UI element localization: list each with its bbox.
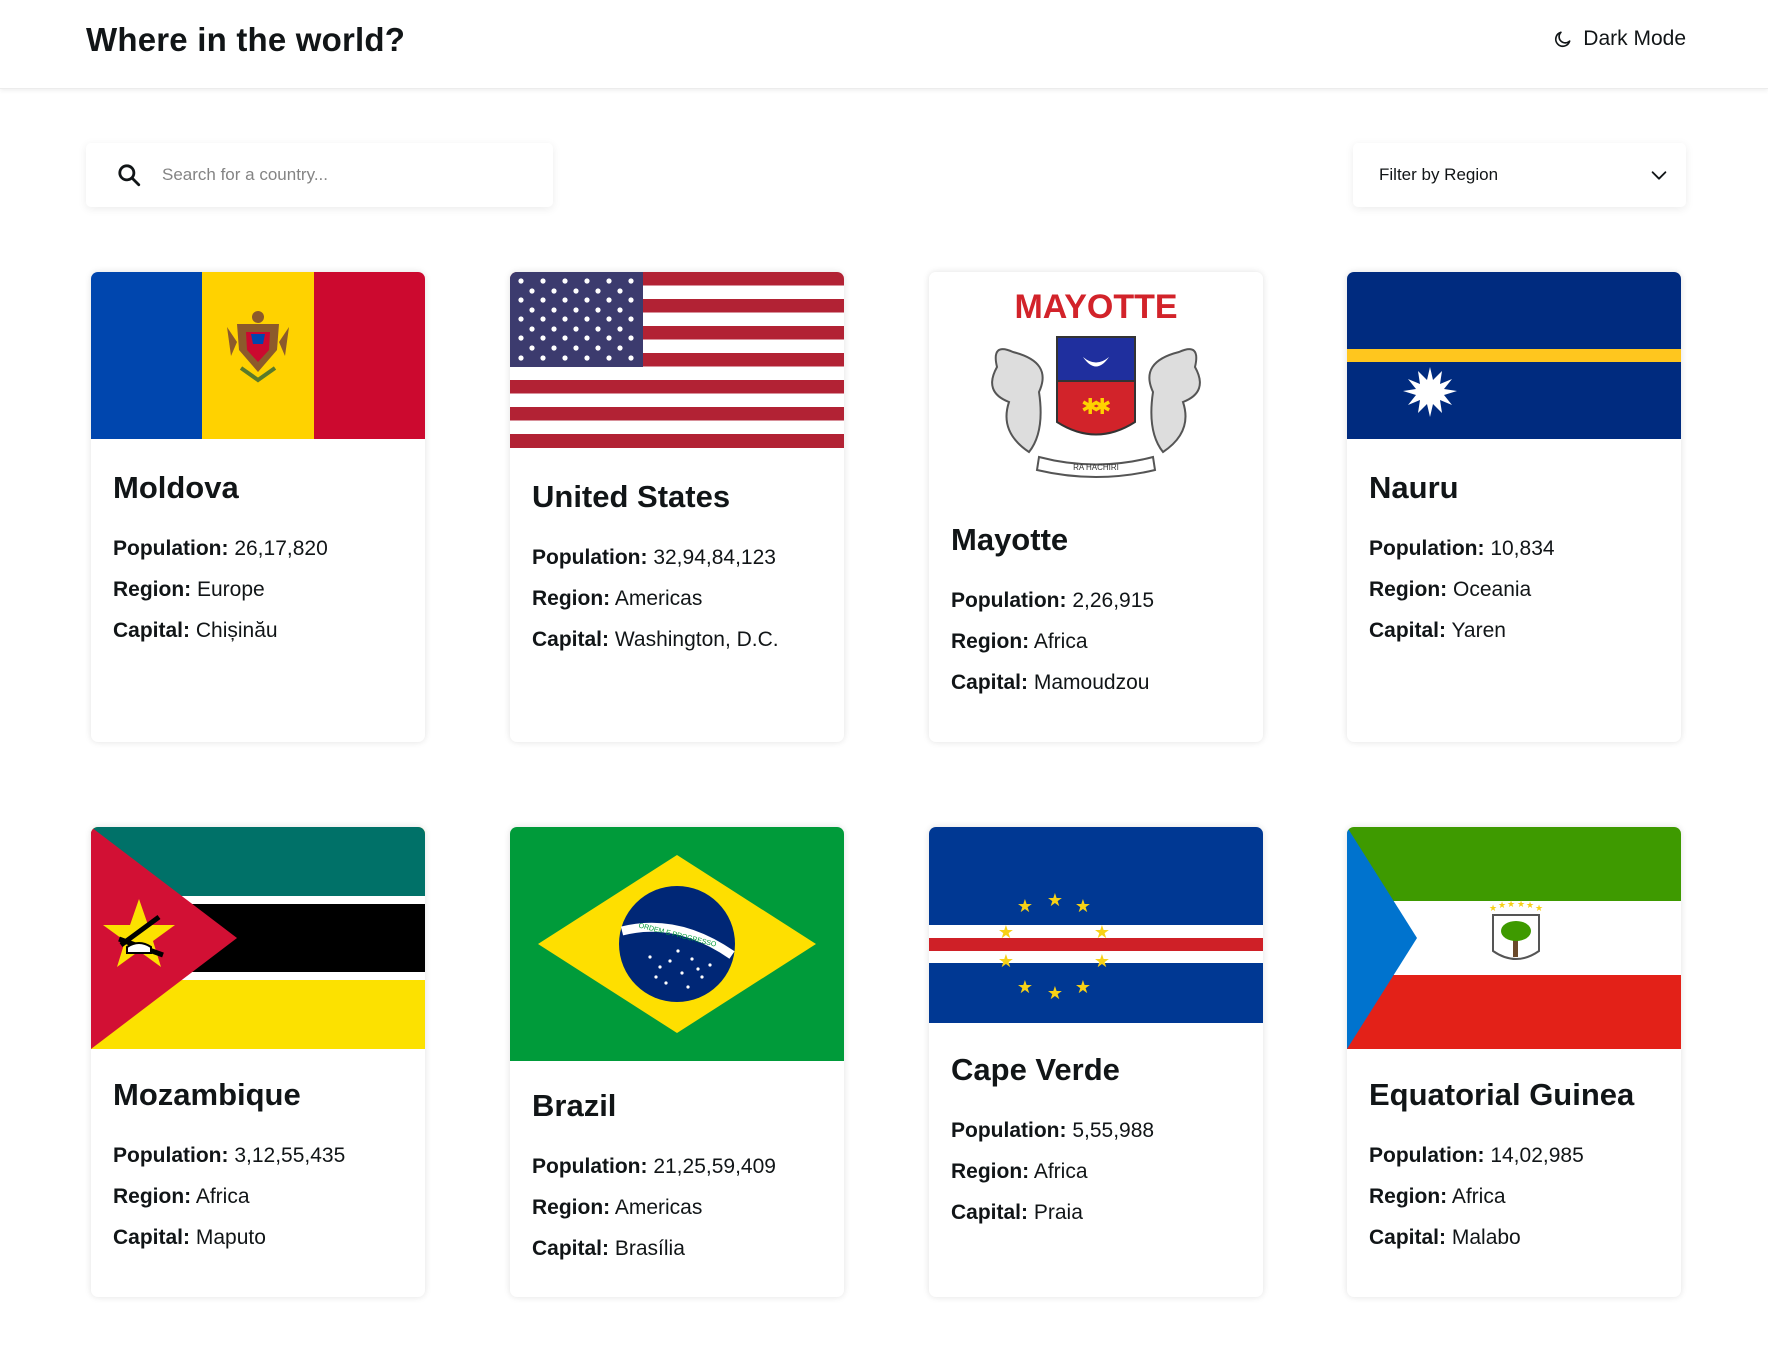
country-card-mayotte[interactable]: MAYOTTE ✱ ✱ RA HACHIRI Mayotte Populatio… [929, 272, 1263, 742]
search-icon [118, 164, 141, 187]
country-card-brazil[interactable]: ORDEM E PROGRESSO Brazil Population: 21,… [510, 827, 844, 1297]
dark-mode-label: Dark Mode [1583, 27, 1686, 50]
population-row: Population: 10,834 [1369, 537, 1555, 560]
country-name: Mozambique [113, 1077, 301, 1112]
dark-mode-toggle[interactable]: Dark Mode [1553, 27, 1686, 51]
search-input[interactable] [162, 165, 522, 185]
region-filter-label: Filter by Region [1379, 165, 1499, 184]
flag-image: MAYOTTE ✱ ✱ RA HACHIRI [929, 272, 1263, 494]
region-filter-dropdown[interactable]: Filter by Region [1353, 143, 1686, 207]
flag-image: ★ ★ ★ ★ ★ ★ ★ ★ ★ ★ [929, 827, 1263, 1023]
app-header: Where in the world? Dark Mode [0, 0, 1768, 89]
svg-text:★: ★ [1507, 900, 1515, 910]
capital-row: Capital: Chișinău [113, 619, 278, 642]
region-row: Region: Americas [532, 587, 703, 610]
capital-row: Capital: Malabo [1369, 1226, 1521, 1249]
region-row: Region: Africa [951, 1160, 1088, 1183]
region-row: Region: Europe [113, 578, 265, 601]
svg-text:★: ★ [1017, 896, 1033, 917]
country-name: Moldova [113, 470, 239, 505]
flag-image [91, 827, 425, 1049]
flag-image: ★ ★ ★ ★ ★ ★ [1347, 827, 1681, 1049]
svg-text:RA HACHIRI: RA HACHIRI [1073, 463, 1119, 472]
capital-row: Capital: Praia [951, 1201, 1083, 1224]
country-card-moldova[interactable]: Moldova Population: 26,17,820 Region: Eu… [91, 272, 425, 742]
population-row: Population: 14,02,985 [1369, 1144, 1584, 1167]
region-row: Region: Africa [1369, 1185, 1506, 1208]
svg-text:★: ★ [1489, 904, 1497, 914]
country-name: Nauru [1369, 470, 1459, 505]
flag-image: ORDEM E PROGRESSO [510, 827, 844, 1061]
svg-text:★: ★ [998, 951, 1014, 972]
population-row: Population: 26,17,820 [113, 537, 328, 560]
svg-text:★: ★ [1094, 922, 1110, 943]
svg-text:★: ★ [1047, 890, 1063, 911]
svg-text:★: ★ [1075, 896, 1091, 917]
country-name: Mayotte [951, 522, 1069, 557]
svg-text:MAYOTTE: MAYOTTE [1014, 288, 1177, 326]
svg-text:✱: ✱ [1093, 395, 1111, 420]
population-row: Population: 21,25,59,409 [532, 1155, 776, 1178]
country-name: Equatorial Guinea [1369, 1077, 1635, 1112]
country-name: Cape Verde [951, 1052, 1120, 1087]
region-row: Region: Oceania [1369, 578, 1532, 601]
region-row: Region: Americas [532, 1196, 703, 1219]
country-name: United States [532, 479, 731, 514]
country-card-united-states[interactable]: United States Population: 32,94,84,123 R… [510, 272, 844, 742]
moon-icon [1555, 31, 1571, 48]
svg-text:★: ★ [998, 922, 1014, 943]
capital-row: Capital: Maputo [113, 1226, 266, 1249]
svg-text:★: ★ [1094, 951, 1110, 972]
population-row: Population: 2,26,915 [951, 589, 1155, 612]
svg-text:★: ★ [1526, 901, 1534, 911]
svg-text:★: ★ [1047, 983, 1063, 1004]
region-row: Region: Africa [113, 1185, 250, 1208]
country-card-equatorial-guinea[interactable]: ★ ★ ★ ★ ★ ★ Equatorial Guinea Population: 14… [1347, 827, 1681, 1297]
population-row: Population: 5,55,988 [951, 1119, 1155, 1142]
svg-text:★: ★ [1498, 901, 1506, 911]
flag-image [91, 272, 425, 439]
population-row: Population: 3,12,55,435 [113, 1144, 346, 1167]
country-card-nauru[interactable]: Nauru Population: 10,834 Region: Oceania… [1347, 272, 1681, 742]
capital-row: Capital: Mamoudzou [951, 671, 1150, 694]
chevron-down-icon [1651, 171, 1667, 180]
search-box [86, 143, 553, 207]
app-title: Where in the world? [86, 21, 406, 58]
country-card-mozambique[interactable]: Mozambique Population: 3,12,55,435 Regio… [91, 827, 425, 1297]
flag-image [510, 272, 844, 448]
flag-image [1347, 272, 1681, 439]
region-row: Region: Africa [951, 630, 1088, 653]
capital-row: Capital: Yaren [1369, 619, 1506, 642]
capital-row: Capital: Brasília [532, 1237, 685, 1260]
svg-text:★: ★ [1017, 977, 1033, 998]
svg-text:★: ★ [1075, 977, 1091, 998]
svg-text:★: ★ [1535, 904, 1543, 914]
country-card-cape-verde[interactable]: ★ ★ ★ ★ ★ ★ ★ ★ ★ ★ Cape Verde Population: 5,5… [929, 827, 1263, 1297]
svg-text:★: ★ [1517, 900, 1525, 910]
country-name: Brazil [532, 1088, 617, 1123]
capital-row: Capital: Washington, D.C. [532, 628, 779, 651]
population-row: Population: 32,94,84,123 [532, 546, 776, 569]
